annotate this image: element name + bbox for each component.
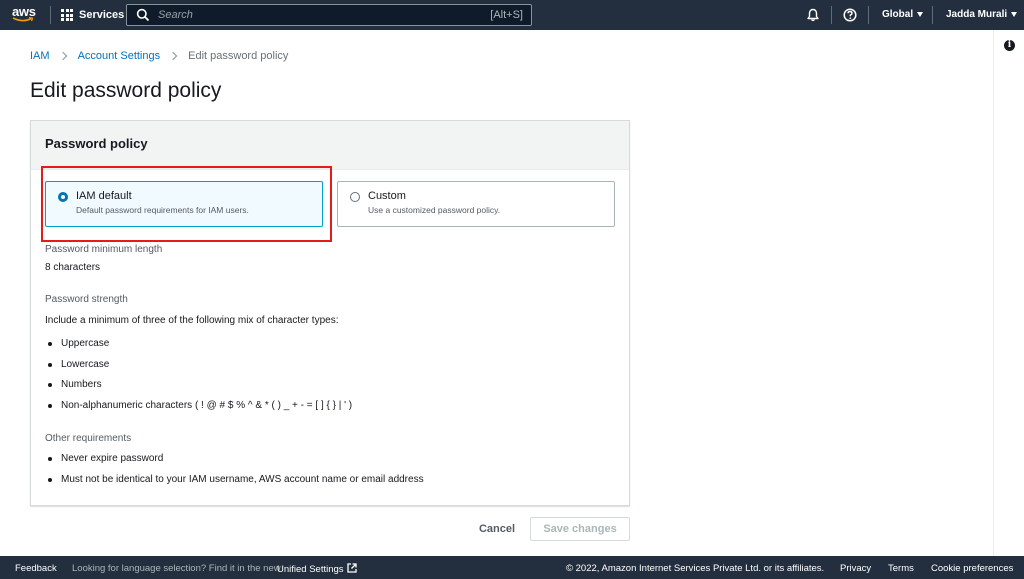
services-menu-button[interactable]: Services [61, 7, 124, 23]
info-icon[interactable]: i [1004, 40, 1015, 51]
search-input[interactable] [150, 6, 491, 24]
nav-divider [868, 6, 869, 24]
region-selector[interactable]: Global [882, 9, 924, 20]
option-custom[interactable]: Custom Use a customized password policy. [337, 181, 615, 227]
min-length-label: Password minimum length [45, 244, 163, 255]
privacy-link[interactable]: Privacy [840, 563, 871, 574]
save-changes-button[interactable]: Save changes [530, 517, 630, 541]
top-navigation-bar: aws Services [Alt+S] Global Jadda Mu [0, 0, 1024, 30]
nav-divider [50, 6, 51, 24]
breadcrumb-iam[interactable]: IAM [30, 50, 50, 62]
caret-down-icon [1011, 12, 1018, 17]
min-length-value: 8 characters [45, 262, 101, 273]
footer: Feedback Looking for language selection?… [0, 556, 1024, 579]
strength-intro: Include a minimum of three of the follow… [45, 315, 339, 326]
help-icon[interactable] [843, 8, 857, 22]
list-item: Non-alphanumeric characters ( ! @ # $ % … [45, 400, 352, 421]
breadcrumb-account-settings[interactable]: Account Settings [78, 50, 161, 62]
language-prompt: Looking for language selection? Find it … [72, 563, 281, 574]
search-icon [136, 8, 150, 22]
list-item: Numbers [45, 379, 352, 400]
account-menu[interactable]: Jadda Murali [946, 9, 1018, 20]
option-description: Use a customized password policy. [368, 205, 501, 215]
breadcrumb: IAM Account Settings Edit password polic… [30, 50, 288, 62]
region-label: Global [882, 9, 914, 20]
services-label: Services [79, 9, 125, 21]
password-policy-panel: Password policy IAM default Default pass… [30, 120, 630, 506]
list-item: Uppercase [45, 338, 352, 359]
list-item: Never expire password [45, 453, 424, 474]
chevron-right-icon [58, 51, 67, 61]
red-highlight-annotation [41, 166, 332, 242]
option-label: Custom [368, 190, 406, 202]
other-requirements-list: Never expire password Must not be identi… [45, 453, 424, 494]
other-requirements-label: Other requirements [45, 433, 132, 444]
cookie-preferences-link[interactable]: Cookie preferences [931, 563, 1013, 574]
chevron-right-icon [168, 51, 178, 61]
bell-icon[interactable] [806, 8, 820, 22]
list-item: Lowercase [45, 359, 352, 380]
radio-unselected-icon[interactable] [350, 192, 360, 202]
external-link-icon [346, 563, 357, 573]
cancel-button[interactable]: Cancel [470, 518, 524, 540]
list-item: Must not be identical to your IAM userna… [45, 474, 424, 495]
global-search-box[interactable]: [Alt+S] [126, 4, 532, 26]
copyright-text: © 2022, Amazon Internet Services Private… [566, 563, 825, 574]
caret-down-icon [917, 12, 924, 17]
feedback-link[interactable]: Feedback [15, 563, 57, 574]
unified-settings-label: Unified Settings [277, 564, 344, 575]
strength-list: Uppercase Lowercase Numbers Non-alphanum… [45, 338, 352, 420]
terms-link[interactable]: Terms [888, 563, 914, 574]
aws-logo-text: aws [12, 4, 36, 19]
strength-label: Password strength [45, 294, 128, 305]
page-title: Edit password policy [30, 79, 222, 102]
help-panel-rail: i [993, 30, 1024, 556]
nav-divider [831, 6, 832, 24]
user-label: Jadda Murali [946, 9, 1008, 20]
grid-icon [61, 9, 73, 21]
search-shortcut-hint: [Alt+S] [490, 9, 523, 21]
breadcrumb-current: Edit password policy [188, 50, 289, 62]
nav-divider [932, 6, 933, 24]
unified-settings-link[interactable]: Unified Settings [277, 563, 357, 575]
aws-logo[interactable]: aws [12, 5, 42, 25]
panel-header: Password policy [31, 121, 629, 170]
